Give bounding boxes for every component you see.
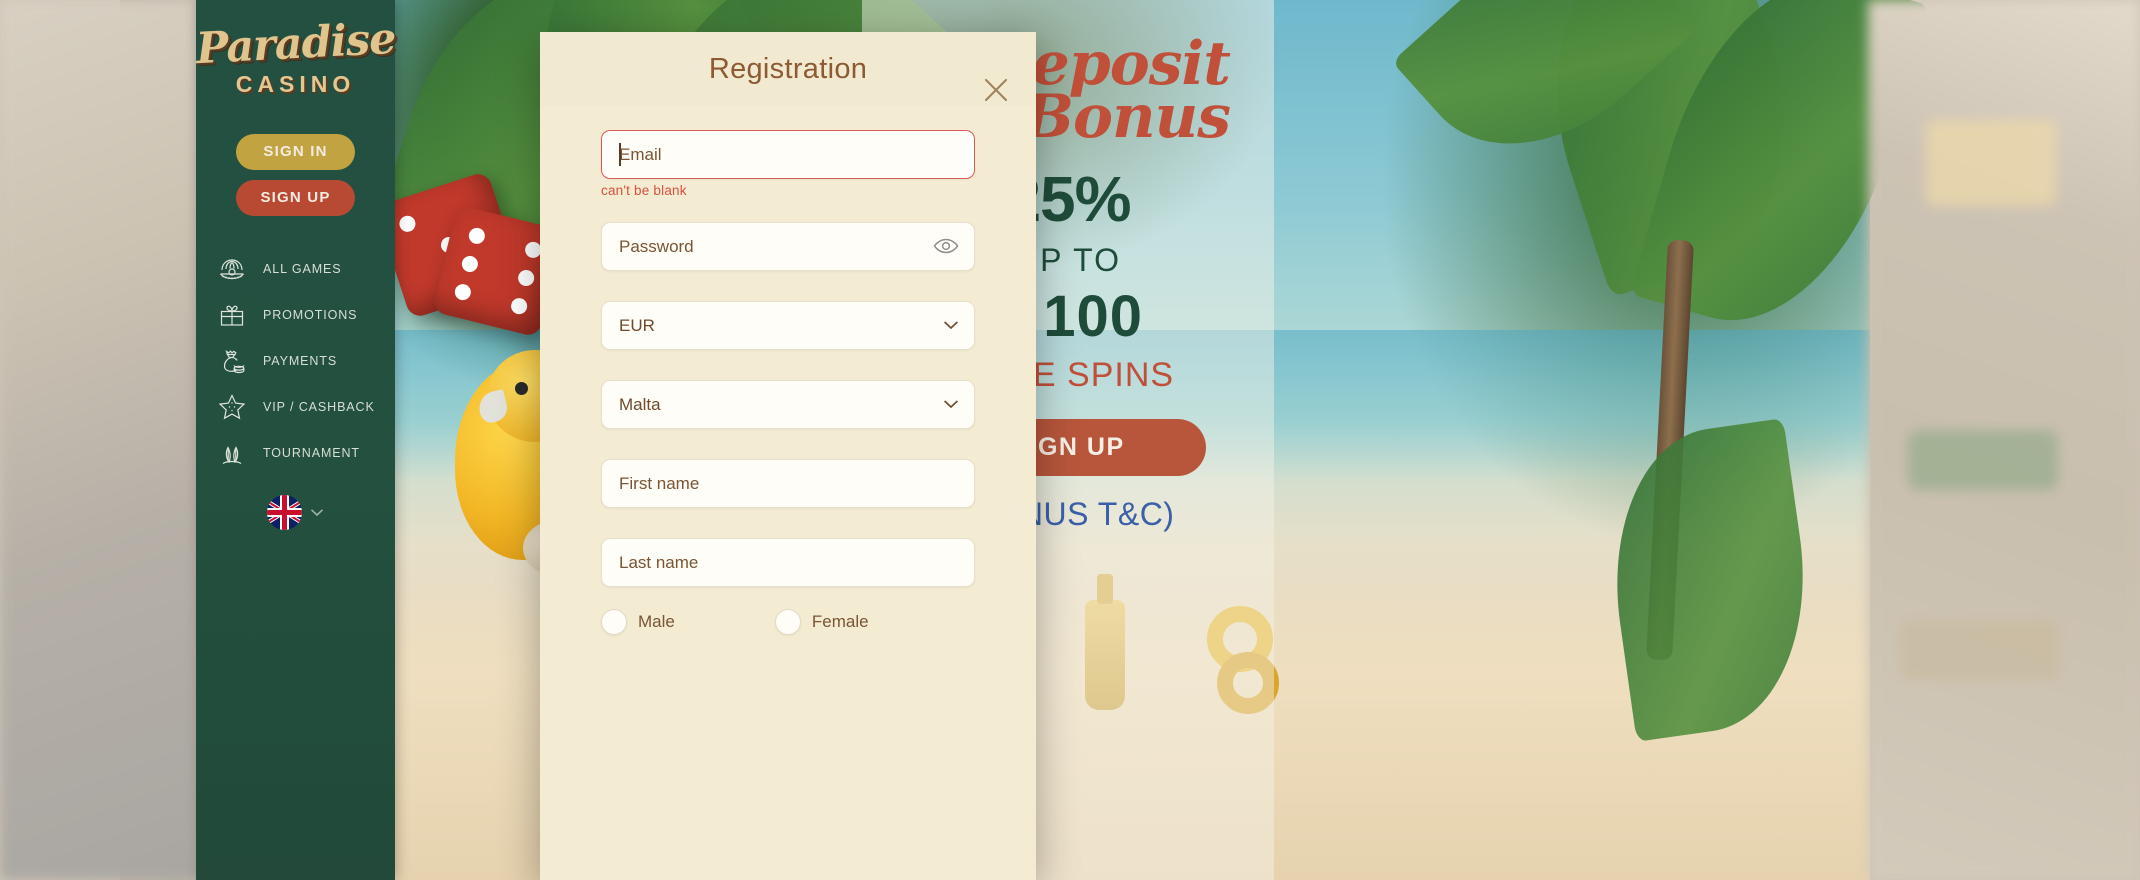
currency-field-group: EUR — [601, 301, 975, 350]
sidebar-nav: ALL GAMES PROMOTIONS PAYMENTS VIP / CASH… — [196, 246, 395, 476]
sidebar-item-all-games[interactable]: ALL GAMES — [196, 246, 395, 292]
sign-up-button[interactable]: SIGN UP — [236, 180, 355, 217]
email-field-group: can't be blank — [601, 130, 975, 198]
chevron-down-icon — [944, 321, 958, 330]
radio-button[interactable] — [774, 609, 801, 635]
first-name-input[interactable] — [601, 459, 975, 508]
chevron-down-icon — [944, 400, 958, 409]
modal-header: Registration — [540, 32, 1036, 106]
password-field-group — [601, 222, 975, 271]
country-select[interactable]: Malta — [601, 380, 975, 429]
gift-box-icon — [220, 305, 244, 326]
close-icon[interactable] — [978, 72, 1014, 108]
password-input[interactable] — [601, 222, 975, 271]
money-bag-icon — [223, 350, 245, 374]
oyster-shell-icon — [220, 259, 244, 280]
sidebar-item-label: VIP / CASHBACK — [263, 400, 375, 415]
text-caret — [619, 143, 621, 166]
modal-title: Registration — [708, 52, 868, 85]
radio-button[interactable] — [601, 609, 627, 635]
sidebar-item-label: PAYMENTS — [263, 354, 338, 369]
gender-option-male[interactable]: Male — [601, 609, 675, 635]
email-error-message: can't be blank — [601, 183, 687, 198]
currency-select[interactable]: EUR — [601, 301, 975, 350]
sidebar-item-promotions[interactable]: PROMOTIONS — [196, 292, 395, 338]
logo-subtitle: CASINO — [235, 71, 356, 98]
sidebar: Paradise CASINO SIGN IN SIGN UP ALL GAME… — [194, 0, 397, 880]
gender-option-label: Female — [811, 612, 869, 631]
sidebar-item-tournament[interactable]: TOURNAMENT — [196, 430, 395, 476]
gender-option-female[interactable]: Female — [774, 609, 869, 635]
site-logo[interactable]: Paradise CASINO — [194, 0, 397, 98]
gender-option-label: Male — [638, 612, 675, 631]
sidebar-item-vip-cashback[interactable]: VIP / CASHBACK — [196, 384, 395, 430]
sidebar-item-label: ALL GAMES — [263, 262, 342, 277]
country-selected-value: Malta — [619, 394, 661, 414]
currency-selected-value: EUR — [619, 315, 655, 335]
uk-flag-icon — [267, 495, 302, 530]
first-name-field-group — [601, 459, 975, 508]
blurred-page-left — [0, 0, 198, 880]
country-field-group: Malta — [601, 380, 975, 429]
gender-radio-group: Male Female — [601, 609, 975, 635]
language-selector[interactable] — [196, 495, 395, 530]
sidebar-item-label: TOURNAMENT — [263, 446, 360, 461]
registration-modal: Registration can't be blank — [540, 32, 1036, 880]
feathers-icon — [222, 446, 242, 465]
registration-form: can't be blank EUR Malta — [540, 106, 1036, 880]
logo-wordmark: Paradise — [194, 13, 397, 75]
sidebar-item-label: PROMOTIONS — [263, 308, 358, 323]
last-name-field-group — [601, 538, 975, 587]
last-name-input[interactable] — [601, 538, 975, 587]
blurred-page-right — [1868, 0, 2140, 880]
parrot-eye — [515, 382, 528, 395]
eye-icon[interactable] — [933, 236, 959, 258]
email-input[interactable] — [601, 130, 975, 179]
starfish-icon — [218, 394, 246, 420]
sign-in-button[interactable]: SIGN IN — [236, 134, 355, 171]
sidebar-item-payments[interactable]: PAYMENTS — [196, 338, 395, 384]
chevron-down-icon — [310, 509, 324, 517]
